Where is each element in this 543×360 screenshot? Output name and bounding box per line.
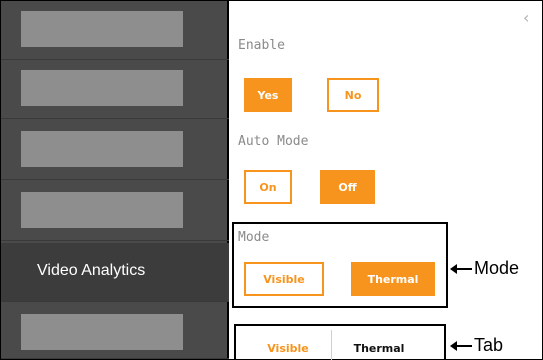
mode-thermal-button[interactable]: Thermal bbox=[351, 262, 435, 296]
auto-mode-label: Auto Mode bbox=[238, 134, 309, 149]
arrow-left-icon bbox=[450, 263, 472, 274]
auto-mode-on-button[interactable]: On bbox=[244, 170, 292, 204]
tab-divider bbox=[331, 330, 332, 360]
mode-annotation-text: Mode bbox=[474, 258, 520, 278]
tab-annotation-text: Tab bbox=[474, 335, 504, 355]
sidebar-item-3[interactable] bbox=[1, 121, 229, 180]
sidebar-item-placeholder bbox=[21, 11, 183, 47]
enable-label: Enable bbox=[238, 38, 285, 53]
mode-label: Mode bbox=[238, 230, 270, 245]
sidebar-item-video-analytics[interactable]: Video Analytics bbox=[1, 243, 229, 302]
chevron-left-icon[interactable]: ‹ bbox=[523, 8, 529, 27]
tab-thermal[interactable]: Thermal bbox=[334, 336, 424, 360]
mode-visible-button[interactable]: Visible bbox=[244, 262, 324, 296]
sidebar-item-4[interactable] bbox=[1, 182, 229, 241]
enable-yes-button[interactable]: Yes bbox=[244, 78, 292, 112]
sidebar-item-1[interactable] bbox=[1, 1, 229, 60]
tab-visible[interactable]: Visible bbox=[248, 336, 328, 360]
sidebar-item-placeholder bbox=[21, 131, 183, 167]
auto-mode-off-button[interactable]: Off bbox=[320, 170, 375, 204]
sidebar-item-placeholder bbox=[21, 314, 183, 350]
sidebar: Video Analytics bbox=[1, 1, 229, 359]
sidebar-item-2[interactable] bbox=[1, 60, 229, 119]
sidebar-item-6[interactable] bbox=[1, 304, 229, 359]
enable-no-button[interactable]: No bbox=[327, 78, 379, 112]
mode-annotation: Mode bbox=[450, 258, 520, 279]
sidebar-item-placeholder bbox=[21, 192, 183, 228]
tab-annotation: Tab bbox=[450, 335, 504, 356]
arrow-left-icon bbox=[450, 340, 472, 351]
sidebar-item-placeholder bbox=[21, 70, 183, 106]
sidebar-item-label: Video Analytics bbox=[37, 262, 146, 279]
